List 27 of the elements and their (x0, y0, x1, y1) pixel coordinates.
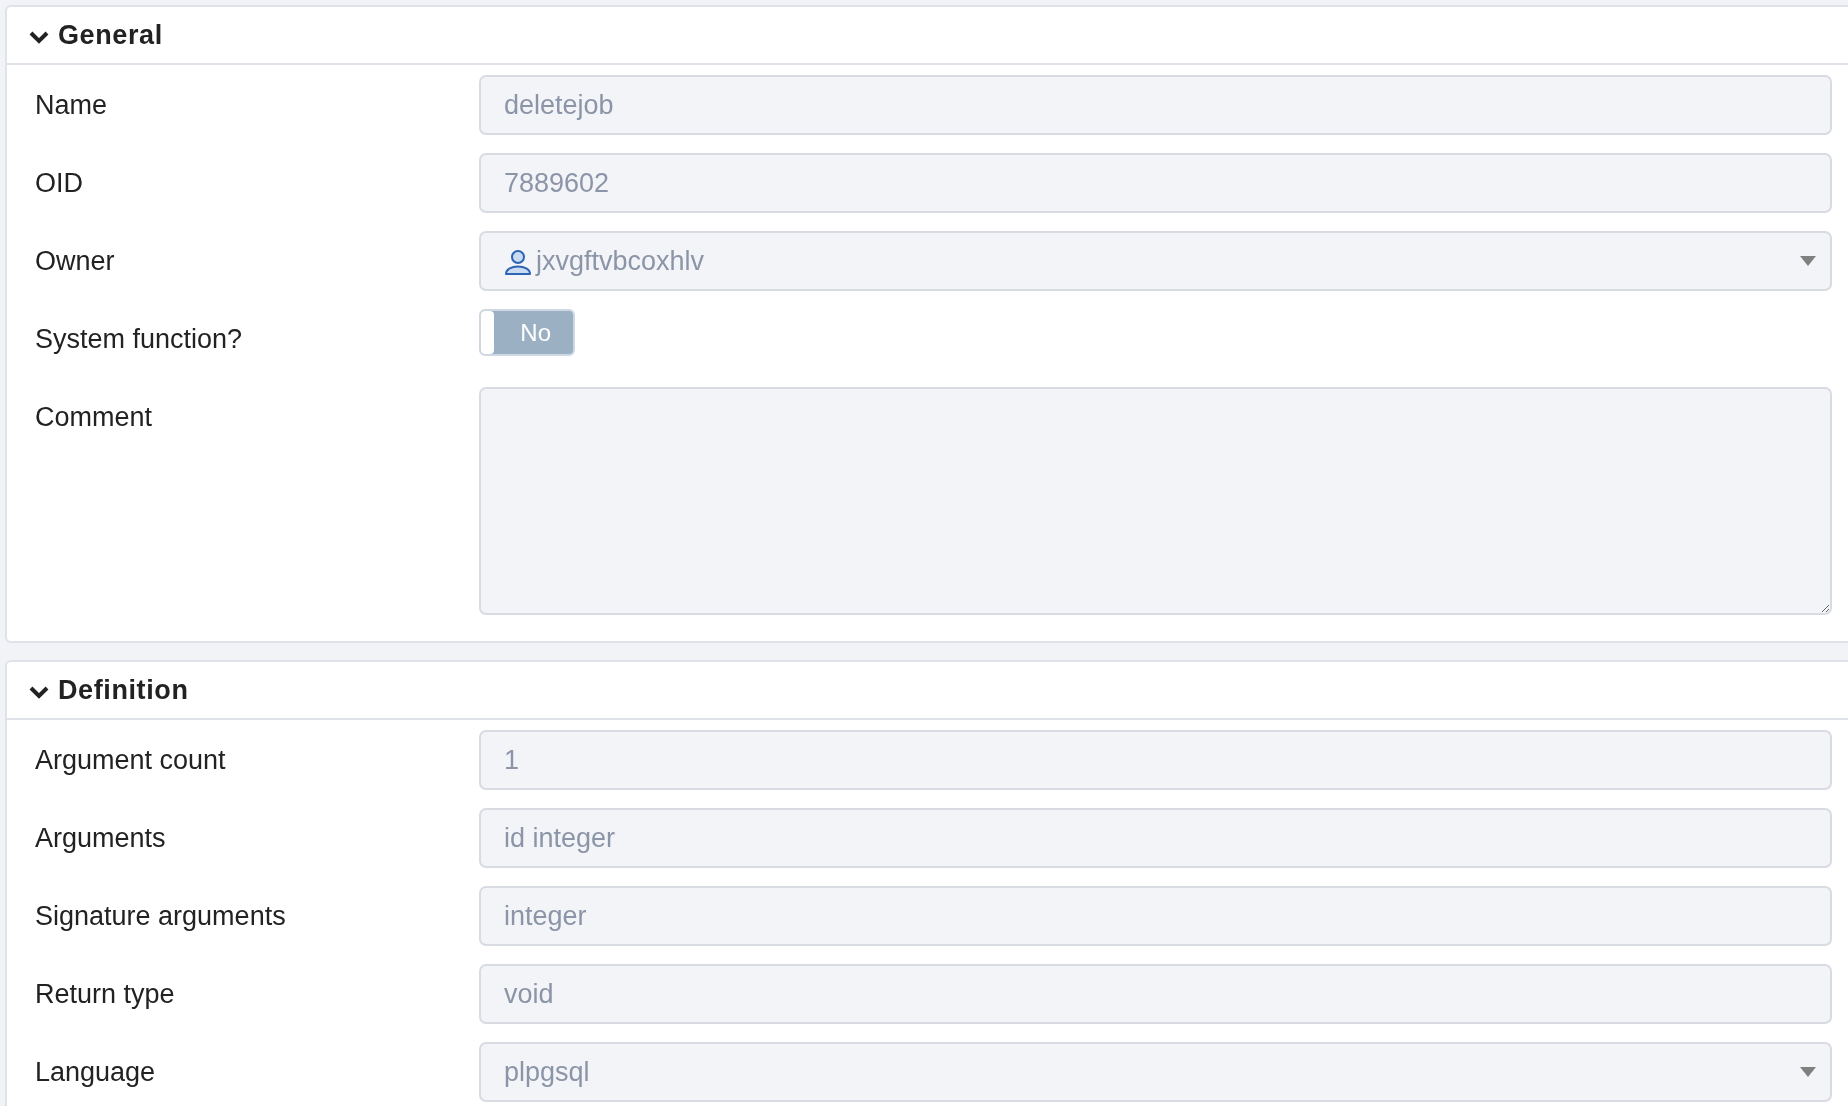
dropdown-field[interactable]: jxvgftvbcoxhlv (479, 231, 1832, 291)
text-field[interactable]: 7889602 (479, 153, 1832, 213)
text-field[interactable]: deletejob (479, 75, 1832, 135)
caret-icon (1800, 1067, 1816, 1077)
field-label: Arguments (35, 821, 167, 855)
toggle-switch[interactable]: No (479, 309, 575, 356)
dropdown-field[interactable]: plpgsql (479, 1042, 1832, 1102)
field-label: System function? (35, 322, 244, 356)
field-label: Owner (35, 244, 116, 278)
text-field[interactable]: id integer (479, 808, 1832, 868)
text-field[interactable]: 1 (479, 730, 1832, 790)
section-header[interactable]: General (7, 7, 1848, 65)
text-field[interactable]: void (479, 964, 1832, 1024)
section-header[interactable]: Definition (7, 662, 1848, 720)
field-label: Language (35, 1055, 157, 1089)
chevron-down-icon (29, 685, 49, 699)
caret-icon (1800, 256, 1816, 266)
chevron-down-icon (29, 30, 49, 44)
field-label: Signature arguments (35, 899, 287, 933)
user-icon (504, 249, 532, 275)
field-label: Return type (35, 977, 176, 1011)
field-label: Argument count (35, 743, 227, 777)
field-label: OID (35, 166, 84, 200)
comment-field[interactable] (479, 387, 1832, 615)
field-label: Comment (35, 400, 154, 434)
text-field[interactable]: integer (479, 886, 1832, 946)
field-label: Name (35, 88, 109, 122)
